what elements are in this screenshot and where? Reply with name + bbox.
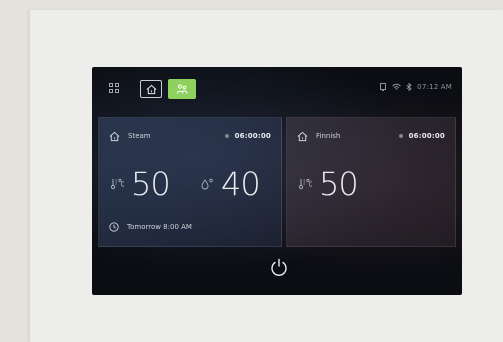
humidity-reading: 40: [201, 165, 261, 203]
wifi-icon: [392, 83, 401, 91]
thermometer-icon: [111, 178, 125, 190]
humidity-value: 40: [221, 165, 261, 203]
humidity-icon: [201, 178, 215, 190]
home-icon: [146, 84, 156, 94]
sauna-card-finnish[interactable]: Finnish 06:00:00 50: [286, 117, 456, 247]
home-icon: [109, 131, 120, 141]
schedule[interactable]: Tomorrow 8:00 AM: [109, 222, 192, 232]
card-header: Finnish 06:00:00: [297, 130, 445, 142]
home-icon: [297, 131, 308, 141]
card-header: Steam 06:00:00: [109, 130, 271, 142]
display-icon: [379, 83, 387, 91]
temperature-reading: 50: [299, 165, 359, 203]
power-icon: [271, 258, 287, 276]
control-screen: 07:12 AM Steam 06:00:00 50 40 Tomorrow 8…: [92, 67, 462, 295]
bluetooth-icon: [406, 83, 412, 91]
tab-people[interactable]: [168, 79, 196, 99]
top-bar: 07:12 AM: [92, 67, 462, 107]
temperature-reading: 50: [111, 165, 171, 203]
schedule-text: Tomorrow 8:00 AM: [127, 223, 192, 231]
grid-menu-icon[interactable]: [109, 83, 119, 93]
sauna-card-steam[interactable]: Steam 06:00:00 50 40 Tomorrow 8:00 AM: [98, 117, 282, 247]
timer: 06:00:00: [408, 132, 445, 140]
status-bar: 07:12 AM: [379, 83, 452, 91]
temperature-value: 50: [131, 165, 171, 203]
power-button[interactable]: [268, 256, 290, 278]
tab-home[interactable]: [140, 80, 162, 98]
status-dot: [224, 134, 229, 138]
thermometer-icon: [299, 178, 313, 190]
status-dot: [398, 134, 403, 138]
timer: 06:00:00: [234, 132, 271, 140]
clock-icon: [109, 222, 119, 232]
temperature-value: 50: [319, 165, 359, 203]
sauna-name: Finnish: [316, 132, 341, 140]
sauna-name: Steam: [128, 132, 151, 140]
people-icon: [176, 84, 188, 94]
clock-time: 07:12 AM: [417, 83, 452, 91]
